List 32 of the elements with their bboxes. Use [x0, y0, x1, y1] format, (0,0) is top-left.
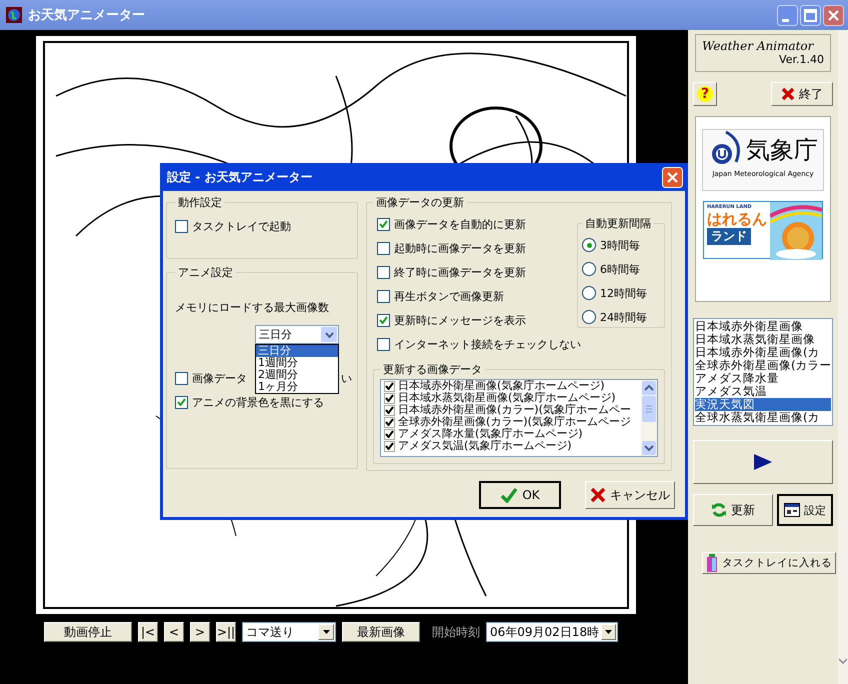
source-label: 日本域水蒸気衛星画像(気象庁ホームページ)	[398, 392, 616, 404]
checkbox-label: 画像データ	[192, 370, 247, 386]
source-label: アメダス気温(気象庁ホームページ)	[398, 440, 572, 452]
checkbox-label: 終了時に画像データを更新	[394, 264, 526, 280]
version-label: Ver.1.40	[779, 53, 824, 66]
checkbox-label: アニメの背景色を黒にする	[192, 394, 324, 410]
checkbox-label: い	[341, 371, 352, 386]
group-title: 動作設定	[177, 195, 223, 210]
group-title: 自動更新間隔	[584, 216, 652, 231]
max-images-label: メモリにロードする最大画像数	[175, 300, 330, 315]
checkbox-label: 起動時に画像データを更新	[394, 240, 526, 256]
source-label: アメダス降水量(気象庁ホームページ)	[398, 428, 583, 440]
group-title: 画像データの更新	[375, 195, 465, 210]
radio-label: 3時間毎	[600, 238, 640, 252]
logo-title: はれるん	[707, 210, 767, 228]
group-title: アニメ設定	[177, 265, 234, 280]
checkbox-label: タスクトレイで起動	[192, 218, 291, 234]
checkbox-label: 再生ボタンで画像更新	[394, 288, 504, 304]
logo-subtitle: ランド	[707, 228, 751, 245]
group-title: 更新する画像データ	[382, 362, 483, 377]
checkbox-label: インターネット接続をチェックしない	[394, 336, 581, 352]
window-title: お天気アニメーター	[28, 7, 146, 24]
radio-label: 12時間毎	[600, 286, 647, 300]
app-name: Weather Animator	[702, 39, 815, 53]
dialog-title: 設定 - お天気アニメーター	[167, 168, 312, 186]
checkbox-label: 画像データを自動的に更新	[394, 216, 526, 232]
start-time-label: 開始時刻	[432, 624, 480, 640]
source-label: 日本域赤外衛星画像(気象庁ホームページ)	[398, 380, 605, 392]
agency-name: 気象庁	[746, 135, 818, 166]
radio-label: 24時間毎	[600, 310, 647, 324]
radio-label: 6時間毎	[600, 262, 640, 276]
checkbox-label: 更新時にメッセージを表示	[394, 312, 526, 328]
